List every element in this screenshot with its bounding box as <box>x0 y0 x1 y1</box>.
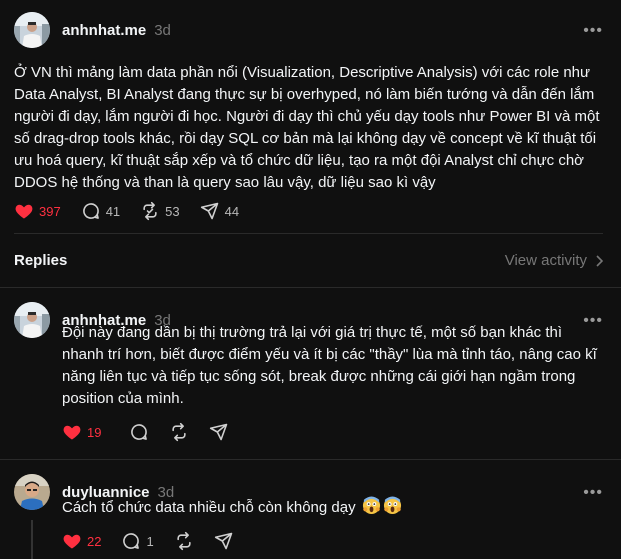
repost-icon <box>172 422 187 442</box>
share-count: 44 <box>224 203 240 219</box>
thread-line <box>31 520 33 559</box>
comment-count: 1 <box>146 533 154 549</box>
heart-filled-icon <box>63 425 81 440</box>
post-text: Ở VN thì mảng làm data phần nổi (Visuali… <box>14 64 600 191</box>
comment-button[interactable] <box>129 422 149 442</box>
threads-page: anhnhat.me 3d ••• Ở VN thì mảng làm data… <box>0 0 621 559</box>
replies-bar: Replies View activity <box>0 234 621 286</box>
like-button[interactable]: 22 <box>62 531 101 551</box>
repost-count: 53 <box>165 203 180 219</box>
reply-text: Cách tổ chức data nhiều chỗ còn không dạ… <box>62 496 607 519</box>
like-button[interactable]: 397 <box>14 201 61 221</box>
repost-icon <box>177 531 191 551</box>
reply-text: Đội này đang dần bị thị trường trả lại v… <box>62 324 597 407</box>
more-options-icon[interactable]: ••• <box>583 22 603 40</box>
share-icon <box>210 423 228 441</box>
share-button[interactable] <box>209 422 229 442</box>
reply-item: duyluannice 3d ••• Cách tổ chức data nhi… <box>0 460 621 559</box>
share-icon <box>214 532 232 550</box>
comment-button[interactable]: 1 <box>121 531 154 551</box>
share-button[interactable] <box>214 531 234 551</box>
heart-filled-icon <box>63 534 81 549</box>
reply-text-content: Cách tổ chức data nhiều chỗ còn không dạ… <box>62 499 356 516</box>
comment-count: 41 <box>105 203 121 219</box>
like-button[interactable]: 19 <box>62 422 101 442</box>
heart-filled-icon <box>15 204 33 219</box>
post-actions: 397 41 53 44 <box>14 201 259 221</box>
like-count: 397 <box>39 203 61 219</box>
repost-button[interactable] <box>169 422 189 442</box>
timestamp: 3d <box>154 21 171 39</box>
view-activity-label: View activity <box>504 252 587 269</box>
repost-button[interactable]: 53 <box>140 201 180 221</box>
comment-icon <box>131 424 148 440</box>
comment-icon <box>123 533 140 549</box>
share-button[interactable]: 44 <box>200 201 239 221</box>
view-activity-link[interactable]: View activity <box>505 252 603 269</box>
post-header: anhnhat.me 3d <box>14 12 171 48</box>
avatar[interactable] <box>14 12 50 48</box>
chevron-right-icon <box>596 254 603 267</box>
repost-button[interactable] <box>174 531 194 551</box>
share-icon <box>200 202 218 220</box>
face-screaming-in-fear-icon <box>362 496 380 515</box>
avatar[interactable] <box>14 302 50 338</box>
reply-actions: 22 1 <box>62 531 254 551</box>
like-count: 22 <box>87 533 102 549</box>
comment-button[interactable]: 41 <box>81 201 120 221</box>
comment-icon <box>82 203 99 219</box>
avatar[interactable] <box>14 474 50 510</box>
face-screaming-in-fear-icon <box>383 496 401 515</box>
like-count: 19 <box>87 424 102 440</box>
reply-actions: 19 <box>62 422 249 442</box>
username[interactable]: anhnhat.me <box>62 22 146 39</box>
reply-item: anhnhat.me 3d ••• Đội này đang dần bị th… <box>0 288 621 458</box>
main-post: anhnhat.me 3d ••• Ở VN thì mảng làm data… <box>0 0 621 232</box>
repost-icon <box>143 201 157 221</box>
replies-title: Replies <box>14 252 68 269</box>
